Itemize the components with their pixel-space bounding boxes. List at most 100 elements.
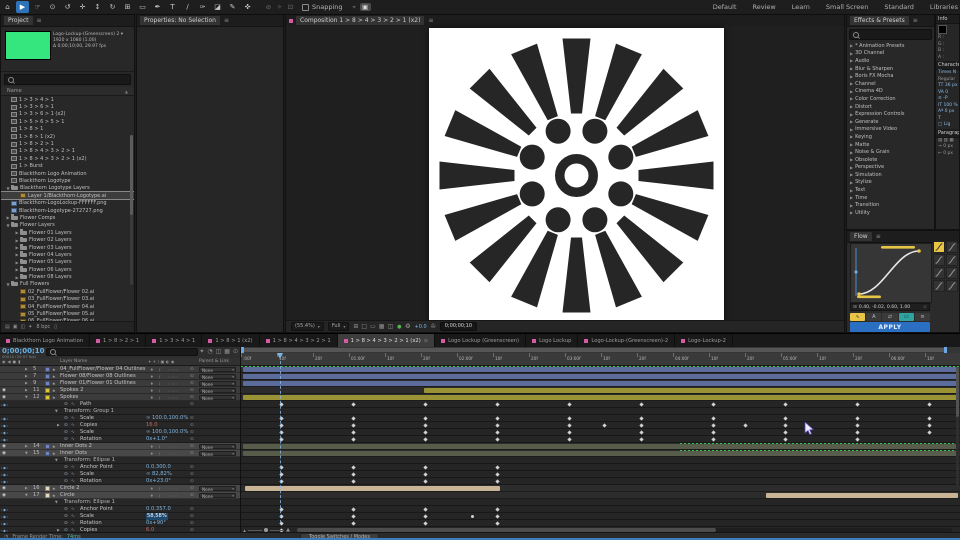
star-icon[interactable]: ☆ — [923, 305, 927, 310]
keyframe-icon[interactable] — [351, 514, 356, 519]
effects-category-perspective[interactable]: ▶ Perspective — [847, 164, 934, 172]
project-item-1-8-1-x2[interactable]: 1 > 8 > 1 (x2) — [1, 133, 134, 140]
interpret-footage-icon[interactable]: ▤ — [5, 324, 10, 330]
project-tab[interactable]: Project — [4, 16, 33, 25]
keyframe-icon[interactable] — [783, 402, 788, 407]
safe-zones-icon[interactable]: ⊞ — [353, 323, 358, 330]
workspace-libraries[interactable]: Libraries — [930, 3, 958, 11]
layer-label-chip[interactable] — [45, 395, 50, 400]
property-value[interactable]: 0x+1.0° — [146, 436, 168, 443]
layer-label-chip[interactable] — [45, 486, 50, 491]
keyframe-icon[interactable] — [423, 507, 428, 512]
keyframe-icon[interactable] — [602, 423, 607, 428]
stopwatch-icon[interactable]: ⊙ — [64, 422, 68, 429]
parent-pickwhip-icon[interactable]: ⊙ — [190, 443, 194, 450]
chevron-right-icon[interactable]: ▶ — [850, 142, 853, 147]
layer-duration-bar[interactable] — [243, 381, 958, 386]
property-value[interactable]: 0x+90° — [146, 520, 166, 527]
parent-link-dropdown[interactable]: None ▾ — [199, 381, 236, 387]
keyframe-icon[interactable] — [351, 437, 356, 442]
layer-duration-bar[interactable] — [243, 367, 958, 372]
keyframe-icon[interactable] — [783, 416, 788, 421]
keyframe-icon[interactable] — [495, 423, 500, 428]
magnification-dropdown[interactable]: (55.4%) ▾ — [291, 322, 324, 331]
preset-ease-in-out[interactable] — [933, 267, 945, 279]
chevron-right-icon[interactable]: ▶ — [850, 203, 853, 208]
visibility-eye-icon[interactable]: ◉ — [2, 450, 6, 457]
twirl-icon[interactable]: ▼ — [55, 499, 58, 506]
keyframe-icon[interactable] — [495, 472, 500, 477]
effects-category-keying[interactable]: ▶ Keying — [847, 133, 934, 141]
twirl-icon[interactable]: ▼ — [25, 394, 28, 401]
timeline-tab-logo-lockup[interactable]: Logo Lockup — [526, 334, 579, 347]
project-item-blackthorn-logolockup-ffffff-png[interactable]: Blackthorn-LogoLockup-FFFFFF.png — [1, 199, 134, 206]
zoom-tool[interactable]: ⊙ — [46, 1, 59, 13]
layer-label-chip[interactable] — [45, 367, 50, 372]
property-value[interactable]: ∞ 100.0,100.0% — [146, 415, 188, 422]
keyframe-icon[interactable] — [567, 416, 572, 421]
library-button[interactable]: ▭ — [898, 313, 914, 321]
keyframe-icon[interactable] — [711, 423, 716, 428]
project-item-flower-04-layers[interactable]: ▶ Flower 04 Layers — [1, 251, 134, 258]
mode-boxes[interactable]: ▫▫▫ — [168, 394, 179, 401]
lock-column-icon[interactable]: ▮ — [18, 359, 22, 364]
effects-category-expression-controls[interactable]: ▶ Expression Controls — [847, 110, 934, 118]
layer-switches[interactable]: ♦ ∕ — [150, 450, 162, 457]
home-tool[interactable]: ⌂ — [1, 1, 14, 13]
layer-switches[interactable]: ♦ ∕ — [150, 394, 162, 401]
graph-icon[interactable]: ∿ — [71, 513, 75, 520]
keyframe-navigator[interactable]: ‹◆› — [1, 415, 8, 422]
keyframe-icon[interactable] — [495, 430, 500, 435]
stopwatch-icon[interactable]: ⊙ — [64, 464, 68, 471]
parent-link-dropdown[interactable]: None ▾ — [199, 493, 236, 499]
keyframe-icon[interactable] — [351, 472, 356, 477]
property-value[interactable]: 0.0,357.0 — [146, 506, 171, 513]
trash-icon[interactable]: ▯ — [54, 324, 57, 330]
timeline-tab-logo-lockup-2[interactable]: Logo-Lockup-2 — [675, 334, 733, 347]
shape-tool[interactable]: ▭ — [136, 1, 149, 13]
value-mode-button[interactable]: A — [866, 313, 882, 321]
effects-category-audio[interactable]: ▶ Audio — [847, 57, 934, 65]
effects-category-channel[interactable]: ▶ Channel — [847, 80, 934, 88]
property-row-anchor-point[interactable]: ‹◆› ⊙ ∿ Anchor Point 0.0,300.0 ⊙ — [0, 464, 240, 471]
project-item-blackthorn-logotype-layers[interactable]: ▼ Blackthorn Logotype Layers — [1, 184, 134, 192]
track-row-anchor-point[interactable] — [241, 506, 960, 513]
font-family-select[interactable]: Times N — [936, 70, 959, 77]
effects-category-stylize[interactable]: ▶ Stylize — [847, 179, 934, 187]
chevron-right-icon[interactable]: ▶ — [850, 58, 853, 63]
track-row-path[interactable] — [241, 401, 960, 408]
track-row-scale[interactable] — [241, 513, 960, 520]
keyframe-icon[interactable] — [351, 507, 356, 512]
layer-row-spokes[interactable]: ◉ ▼ 12 ★ Spokes ♦ ∕ ▫▫▫ ⊙ None ▾ — [0, 394, 240, 401]
layer-name-column-label[interactable]: Layer Name — [60, 358, 87, 365]
project-item-1-3-6-1[interactable]: 1 > 3 > 6 > 1 — [1, 103, 134, 110]
timeline-search[interactable] — [46, 348, 198, 356]
keyframe-icon[interactable] — [423, 437, 428, 442]
property-row-scale[interactable]: ‹◆› ⊙ ∿ Scale ∞ 82,82% ⊙ — [0, 471, 240, 478]
track-row-copies[interactable] — [241, 422, 960, 429]
resolution-dropdown[interactable]: Full ▾ — [327, 322, 350, 331]
chevron-right-icon[interactable]: ▶ — [850, 150, 853, 155]
preset-anticipate[interactable] — [933, 280, 945, 292]
track-row-scale[interactable] — [241, 471, 960, 478]
parent-pickwhip-icon[interactable]: ⊙ — [190, 373, 194, 380]
effects-category-noise-grain[interactable]: ▶ Noise & Grain — [847, 148, 934, 156]
project-item-1-5-6-5-1[interactable]: 1 > 5 > 6 > 5 > 1 — [1, 118, 134, 125]
pan-behind-tool[interactable]: ⊞ — [121, 1, 134, 13]
chevron-right-icon[interactable]: ▶ — [850, 89, 853, 94]
timeline-tab-1-8-4-3-2-1-x2[interactable]: 1 > 8 > 4 > 3 > 2 > 1 (x2) ≡ — [337, 334, 436, 347]
track-row-scale[interactable] — [241, 429, 960, 436]
property-row-copies[interactable]: ‹◆› ▶ ⊙ ∿ Copies 16.0 ⊙ — [0, 422, 240, 429]
layer-row-04-fullflower-flower-04-outlines[interactable]: ▶ 5 ★ 04_FullFlower/Flower 04 Outlines ♦ ∕ ▫▫… — [0, 366, 240, 373]
timeline-tab-1-8-4-3-2-1[interactable]: 1 > 8 > 4 > 3 > 2 > 1 — [260, 334, 338, 347]
keyframe-icon[interactable] — [711, 416, 716, 421]
project-search[interactable] — [4, 74, 131, 85]
panel-menu-icon[interactable]: ≡ — [913, 17, 918, 24]
hand-tool[interactable]: ☞ — [31, 1, 44, 13]
graph-icon[interactable]: ∿ — [71, 401, 75, 408]
type-tool[interactable]: T — [166, 1, 179, 13]
keyframe-navigator[interactable]: ‹◆› — [1, 429, 8, 436]
property-row-scale[interactable]: ‹◆› ⊙ ∿ Scale 58,58% ⊙ — [0, 513, 240, 520]
track-row-transform-group-1[interactable] — [241, 408, 960, 415]
parent-pickwhip-icon[interactable]: ⊙ — [190, 380, 194, 387]
